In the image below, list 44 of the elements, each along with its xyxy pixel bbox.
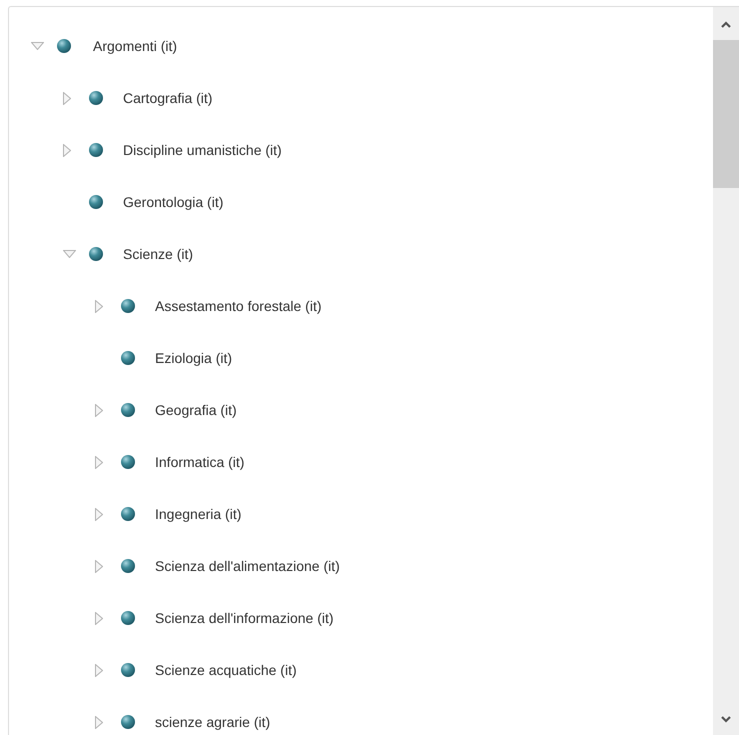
collapse-triangle-icon[interactable] bbox=[31, 42, 44, 50]
expand-triangle-icon[interactable] bbox=[95, 404, 103, 416]
tree-node-label[interactable]: Scienze acquatiche (it) bbox=[155, 662, 297, 678]
tree-node-label[interactable]: Geografia (it) bbox=[155, 402, 237, 418]
scrollbar[interactable] bbox=[713, 7, 739, 735]
node-bullet-icon bbox=[57, 39, 71, 53]
node-bullet-icon bbox=[121, 559, 135, 573]
expand-triangle-icon[interactable] bbox=[95, 560, 103, 572]
tree-node-label[interactable]: Eziologia (it) bbox=[155, 350, 232, 366]
tree-node-label[interactable]: Discipline umanistiche (it) bbox=[123, 142, 282, 158]
tree-node-label[interactable]: Cartografia (it) bbox=[123, 90, 212, 106]
tree-node-label[interactable]: Informatica (it) bbox=[155, 454, 244, 470]
node-bullet-icon bbox=[121, 507, 135, 521]
collapse-triangle-icon[interactable] bbox=[63, 250, 76, 258]
tree-node-label[interactable]: Gerontologia (it) bbox=[123, 194, 224, 210]
node-bullet-icon bbox=[89, 247, 103, 261]
tree-node-label[interactable]: scienze agrarie (it) bbox=[155, 714, 270, 730]
expand-triangle-icon[interactable] bbox=[95, 612, 103, 624]
expand-triangle-icon[interactable] bbox=[63, 92, 71, 104]
tree-node-label[interactable]: Scienza dell'alimentazione (it) bbox=[155, 558, 340, 574]
expand-triangle-icon[interactable] bbox=[95, 300, 103, 312]
node-bullet-icon bbox=[89, 143, 103, 157]
scroll-up-icon[interactable] bbox=[721, 21, 731, 28]
node-bullet-icon bbox=[121, 611, 135, 625]
tree-node-label[interactable]: Scienze (it) bbox=[123, 246, 194, 262]
expand-triangle-icon[interactable] bbox=[63, 144, 71, 156]
expand-triangle-icon[interactable] bbox=[95, 456, 103, 468]
tree-node-label[interactable]: Ingegneria (it) bbox=[155, 506, 242, 522]
node-bullet-icon bbox=[89, 195, 103, 209]
tree-node-label[interactable]: Assestamento forestale (it) bbox=[155, 298, 322, 314]
scrollbar-thumb[interactable] bbox=[713, 40, 739, 188]
node-bullet-icon bbox=[121, 663, 135, 677]
expand-triangle-icon[interactable] bbox=[95, 664, 103, 676]
node-bullet-icon bbox=[121, 403, 135, 417]
tree-node-label[interactable]: Scienza dell'informazione (it) bbox=[155, 610, 334, 626]
node-bullet-icon bbox=[121, 299, 135, 313]
expand-triangle-icon[interactable] bbox=[95, 508, 103, 520]
node-bullet-icon bbox=[89, 91, 103, 105]
node-bullet-icon bbox=[121, 715, 135, 729]
node-bullet-icon bbox=[121, 351, 135, 365]
expand-triangle-icon[interactable] bbox=[95, 716, 103, 728]
tree-node-label[interactable]: Argomenti (it) bbox=[93, 38, 178, 54]
scroll-down-icon[interactable] bbox=[721, 716, 731, 723]
node-bullet-icon bbox=[121, 455, 135, 469]
